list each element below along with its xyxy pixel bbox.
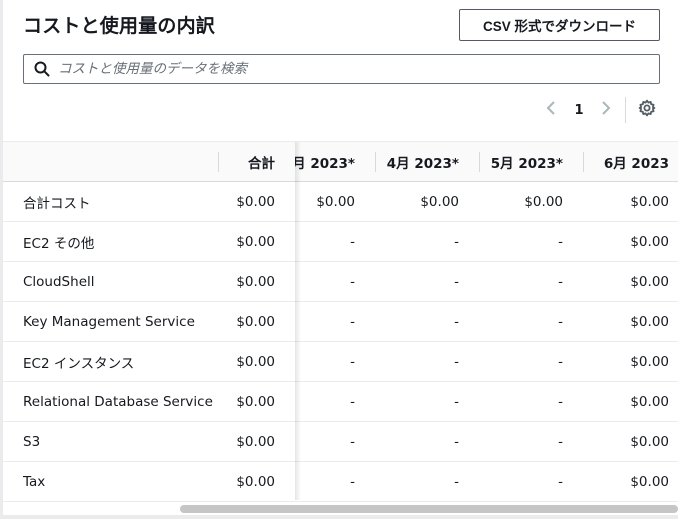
table-settings-button[interactable] xyxy=(635,97,659,123)
row-april-cell: - xyxy=(454,233,459,250)
column-header-march-2023[interactable]: 3月 2023* xyxy=(295,142,375,181)
table-row: CloudShell $0.00 - - - $0.00 xyxy=(3,262,678,302)
table-row: S3 $0.00 - - - $0.00 xyxy=(3,422,678,462)
column-header-may-2023[interactable]: 5月 2023* xyxy=(479,142,583,181)
row-june-cell: $0.00 xyxy=(630,233,669,250)
row-june-cell: $0.00 xyxy=(630,433,669,450)
row-april-cell: - xyxy=(454,273,459,290)
row-may-cell: - xyxy=(558,273,563,290)
gear-icon xyxy=(638,99,656,121)
row-may-cell: - xyxy=(558,233,563,250)
row-name-cell: EC2 その他 xyxy=(23,235,95,252)
table-row: EC2 インスタンス $0.00 - - - $0.00 xyxy=(3,342,678,382)
pagination-divider xyxy=(625,97,626,123)
row-march-cell: - xyxy=(350,473,355,490)
row-name-cell: 合計コスト xyxy=(23,195,91,212)
row-may-cell: - xyxy=(558,433,563,450)
chevron-left-icon xyxy=(546,100,556,120)
row-april-cell: $0.00 xyxy=(420,193,459,210)
row-april-cell: - xyxy=(454,393,459,410)
column-header-total[interactable]: 合計 xyxy=(218,142,295,181)
sticky-column-shadow xyxy=(295,142,301,500)
column-header-name xyxy=(23,142,218,181)
current-page-number[interactable]: 1 xyxy=(570,97,588,123)
row-name-cell: Key Management Service xyxy=(23,313,195,330)
row-name-cell: EC2 インスタンス xyxy=(23,355,135,372)
row-april-cell: - xyxy=(454,433,459,450)
row-total-cell: $0.00 xyxy=(236,473,275,490)
row-march-cell: $0.00 xyxy=(316,193,355,210)
row-name-cell: CloudShell xyxy=(23,273,95,290)
row-march-cell: - xyxy=(350,393,355,410)
row-name-cell: S3 xyxy=(23,433,41,450)
row-total-cell: $0.00 xyxy=(236,353,275,370)
row-may-cell: - xyxy=(558,313,563,330)
table-header-row: 合計 3月 2023* 4月 2023* 5月 2023* 6月 2023 xyxy=(3,142,678,182)
row-june-cell: $0.00 xyxy=(630,353,669,370)
column-header-april-2023[interactable]: 4月 2023* xyxy=(375,142,479,181)
row-total-cell: $0.00 xyxy=(236,393,275,410)
row-april-cell: - xyxy=(454,473,459,490)
previous-page-button[interactable] xyxy=(541,97,561,123)
bottom-border xyxy=(0,515,678,519)
cost-usage-table: 合計 3月 2023* 4月 2023* 5月 2023* 6月 2023 合計… xyxy=(3,141,678,513)
row-total-cell: $0.00 xyxy=(236,313,275,330)
row-march-cell: - xyxy=(350,313,355,330)
row-april-cell: - xyxy=(454,353,459,370)
row-april-cell: - xyxy=(454,313,459,330)
row-name-cell: Tax xyxy=(23,473,46,490)
row-march-cell: - xyxy=(350,233,355,250)
row-may-cell: - xyxy=(558,473,563,490)
row-june-cell: $0.00 xyxy=(630,393,669,410)
row-total-cell: $0.00 xyxy=(236,193,275,210)
table-row: EC2 その他 $0.00 - - - $0.00 xyxy=(3,222,678,262)
row-june-cell: $0.00 xyxy=(630,473,669,490)
row-total-cell: $0.00 xyxy=(236,233,275,250)
scrollbar-thumb[interactable] xyxy=(180,505,678,513)
row-name-cell: Relational Database Service xyxy=(23,393,213,410)
table-row: Key Management Service $0.00 - - - $0.00 xyxy=(3,302,678,342)
row-march-cell: - xyxy=(350,433,355,450)
row-may-cell: - xyxy=(558,353,563,370)
next-page-button[interactable] xyxy=(596,97,616,123)
search-bar[interactable] xyxy=(23,54,660,84)
chevron-right-icon xyxy=(601,100,611,120)
row-march-cell: - xyxy=(350,273,355,290)
row-total-cell: $0.00 xyxy=(236,273,275,290)
row-june-cell: $0.00 xyxy=(630,313,669,330)
row-may-cell: - xyxy=(558,393,563,410)
row-march-cell: - xyxy=(350,353,355,370)
column-header-june-2023[interactable]: 6月 2023 xyxy=(583,142,678,181)
table-row: Relational Database Service $0.00 - - - $0.00 xyxy=(3,382,678,422)
search-input[interactable] xyxy=(58,61,659,77)
search-icon xyxy=(34,61,50,77)
row-total-cell: $0.00 xyxy=(236,433,275,450)
table-row: 合計コスト $0.00 $0.00 $0.00 $0.00 $0.00 xyxy=(3,182,678,222)
row-may-cell: $0.00 xyxy=(524,193,563,210)
row-june-cell: $0.00 xyxy=(630,273,669,290)
download-csv-button[interactable]: CSV 形式でダウンロード xyxy=(459,9,660,41)
table-row: Tax $0.00 - - - $0.00 xyxy=(3,462,678,502)
row-june-cell: $0.00 xyxy=(630,193,669,210)
page-title: コストと使用量の内訳 xyxy=(23,15,216,37)
